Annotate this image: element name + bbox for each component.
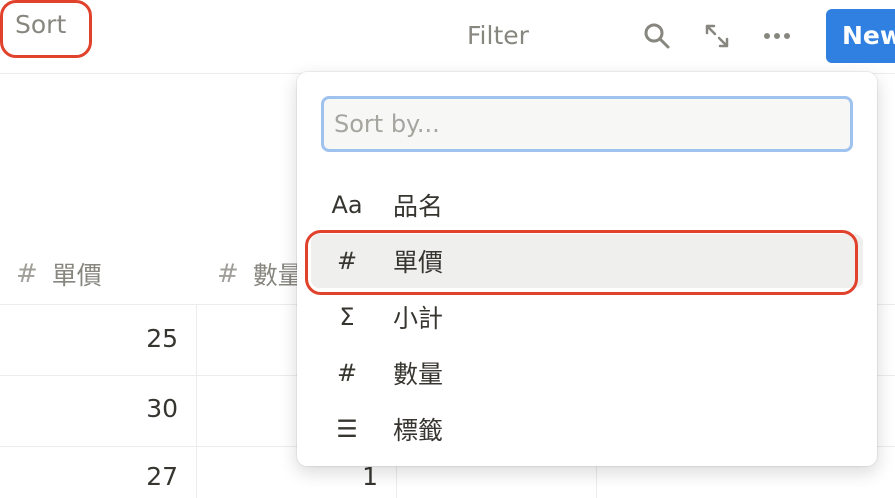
sort-option-tags[interactable]: ☰ 標籤 <box>311 402 863 456</box>
sort-option-unit-price[interactable]: # 單價 <box>311 234 863 288</box>
new-button[interactable]: New <box>826 9 895 63</box>
filter-button[interactable]: Filter <box>467 19 529 53</box>
more-icon[interactable] <box>761 20 793 52</box>
text-property-icon: Aa <box>331 191 363 219</box>
sort-option-label: 數量 <box>393 360 444 389</box>
table-cell-quantity[interactable]: 1 <box>218 462 378 491</box>
expand-icon[interactable] <box>701 20 733 52</box>
sort-dropdown: Aa 品名 # 單價 Σ 小計 # 數量 ☰ 標籤 <box>297 72 877 466</box>
sort-option-item-name[interactable]: Aa 品名 <box>311 178 863 232</box>
sort-by-input[interactable] <box>321 96 853 152</box>
sort-option-label: 單價 <box>393 248 444 277</box>
column-header-label: 單價 <box>51 261 102 290</box>
formula-property-icon: Σ <box>339 303 355 331</box>
sort-option-quantity[interactable]: # 數量 <box>311 346 863 400</box>
sort-option-label: 品名 <box>393 192 444 221</box>
number-property-icon: # <box>336 359 358 387</box>
sort-option-label: 小計 <box>393 304 444 333</box>
number-property-icon: # <box>16 259 38 289</box>
sort-option-label: 標籤 <box>393 416 444 445</box>
sort-button[interactable]: Sort <box>0 0 92 58</box>
number-property-icon: # <box>217 259 239 289</box>
column-header-label: 數量 <box>252 261 303 290</box>
table-cell-price[interactable]: 27 <box>18 462 178 491</box>
column-divider <box>196 304 197 498</box>
table-cell-price[interactable]: 25 <box>18 324 178 353</box>
search-icon[interactable] <box>641 20 673 52</box>
column-header-price[interactable]: # 單價 <box>16 244 102 304</box>
sort-option-subtotal[interactable]: Σ 小計 <box>311 290 863 344</box>
sort-button-label: Sort <box>15 10 67 39</box>
number-property-icon: # <box>336 247 358 275</box>
table-cell-price[interactable]: 30 <box>18 394 178 423</box>
view-toolbar: Filter Sort New <box>0 0 895 74</box>
column-header-quantity[interactable]: # 數量 <box>217 244 303 304</box>
multi-select-property-icon: ☰ <box>336 415 358 443</box>
